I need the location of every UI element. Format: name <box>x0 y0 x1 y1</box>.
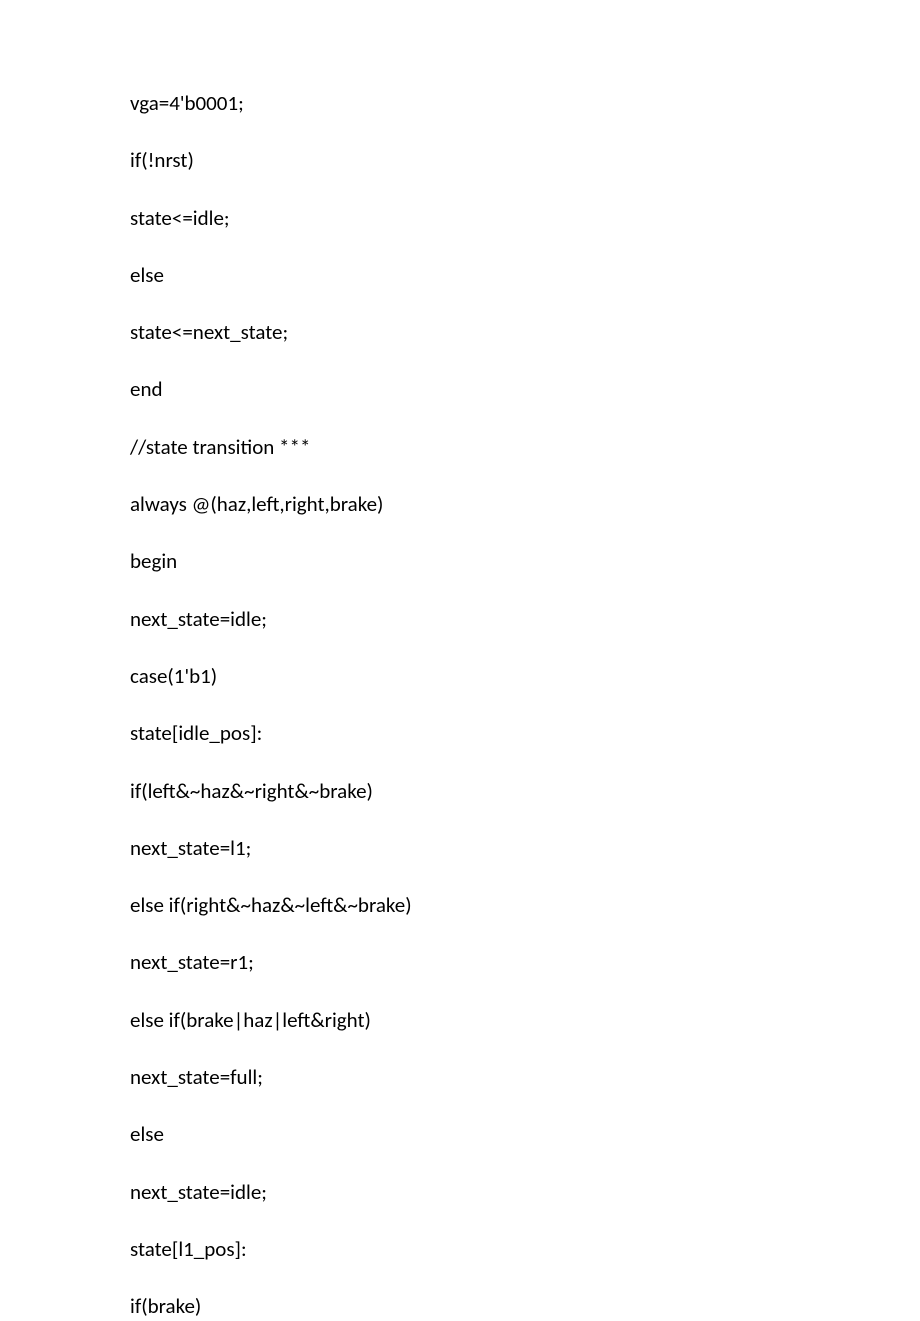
code-line: state<=idle; <box>130 205 790 232</box>
code-line: else <box>130 1121 790 1148</box>
code-line: state[l1_pos]: <box>130 1236 790 1263</box>
code-line: else if(brake|haz|left&right) <box>130 1007 790 1034</box>
code-line: next_state=full; <box>130 1064 790 1091</box>
code-line: always @(haz,left,right,brake) <box>130 491 790 518</box>
code-line: else if(right&~haz&~left&~brake) <box>130 892 790 919</box>
code-line: if(brake) <box>130 1293 790 1320</box>
code-line: next_state=l1; <box>130 835 790 862</box>
code-line: next_state=idle; <box>130 1179 790 1206</box>
code-line: if(!nrst) <box>130 147 790 174</box>
code-line: next_state=r1; <box>130 949 790 976</box>
code-line: else <box>130 262 790 289</box>
code-block: vga=4'b0001; if(!nrst) state<=idle; else… <box>130 90 790 1321</box>
code-line: state<=next_state; <box>130 319 790 346</box>
code-line: begin <box>130 548 790 575</box>
code-line: case(1'b1) <box>130 663 790 690</box>
code-line: next_state=idle; <box>130 606 790 633</box>
code-line: state[idle_pos]: <box>130 720 790 747</box>
code-line: end <box>130 376 790 403</box>
code-line: if(left&~haz&~right&~brake) <box>130 778 790 805</box>
code-line: //state transition *** <box>130 434 790 461</box>
code-line: vga=4'b0001; <box>130 90 790 117</box>
